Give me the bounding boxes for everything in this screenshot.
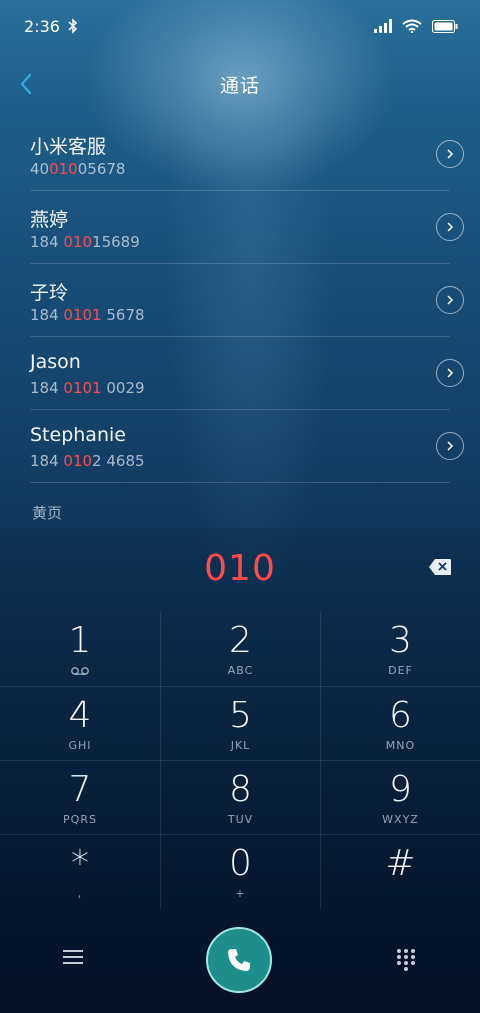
- key-4[interactable]: 4 GHI: [0, 687, 160, 761]
- key-hash[interactable]: #: [320, 835, 480, 909]
- key-1[interactable]: 1: [0, 612, 160, 686]
- chevron-right-icon: [447, 149, 454, 159]
- contact-detail-button[interactable]: [436, 359, 464, 387]
- contact-list: 小米客服 4001005678 燕婷 184 01015689 子玲 184 0…: [0, 118, 480, 483]
- call-button[interactable]: [206, 927, 272, 993]
- chevron-right-icon: [447, 368, 454, 378]
- bluetooth-icon: [68, 18, 77, 34]
- contact-number: 184 0101 0029: [30, 379, 145, 397]
- contact-name: 小米客服: [30, 136, 107, 158]
- voicemail-icon: [71, 667, 89, 675]
- list-item[interactable]: 子玲 184 0101 5678: [30, 264, 464, 337]
- list-item[interactable]: 燕婷 184 01015689: [30, 191, 464, 264]
- contact-number: 184 0102 4685: [30, 452, 145, 470]
- section-label-yellow-pages[interactable]: 黄页: [32, 502, 62, 523]
- key-0[interactable]: 0 +: [160, 835, 320, 909]
- back-icon[interactable]: [14, 68, 42, 100]
- menu-icon[interactable]: [62, 948, 84, 966]
- contact-name: 子玲: [30, 282, 69, 304]
- phone-icon: [228, 949, 250, 971]
- contact-number: 184 0101 5678: [30, 306, 145, 324]
- page-title: 通话: [219, 74, 260, 97]
- battery-icon: [432, 19, 458, 33]
- contact-detail-button[interactable]: [436, 432, 464, 460]
- key-5[interactable]: 5 JKL: [160, 687, 320, 761]
- signal-icon: [374, 19, 392, 33]
- status-time: 2:36: [24, 16, 60, 36]
- status-bar: 2:36: [0, 0, 480, 52]
- key-8[interactable]: 8 TUV: [160, 761, 320, 835]
- bottom-bar: [0, 926, 480, 993]
- key-6[interactable]: 6 MNO: [320, 687, 480, 761]
- contact-name: 燕婷: [30, 209, 69, 231]
- contact-name: Stephanie: [30, 424, 126, 446]
- keypad-icon[interactable]: [396, 948, 416, 974]
- list-item[interactable]: 小米客服 4001005678: [30, 118, 464, 191]
- backspace-icon[interactable]: [428, 558, 452, 576]
- contact-name: Jason: [30, 351, 81, 373]
- contact-number: 184 01015689: [30, 233, 140, 251]
- list-item[interactable]: Stephanie 184 0102 4685: [30, 410, 464, 483]
- chevron-right-icon: [447, 222, 454, 232]
- title-bar: 通话: [0, 52, 480, 116]
- key-9[interactable]: 9 WXYZ: [320, 761, 480, 835]
- contact-detail-button[interactable]: [436, 140, 464, 168]
- key-star[interactable]: * ,: [0, 835, 160, 909]
- keypad: 1 2 ABC 3 DEF 4 GHI 5 JKL 6 MNO 7 PQRS 8…: [0, 612, 480, 909]
- dialed-number: 010: [204, 548, 276, 589]
- chevron-right-icon: [447, 295, 454, 305]
- wifi-icon: [402, 19, 422, 33]
- contact-detail-button[interactable]: [436, 213, 464, 241]
- key-7[interactable]: 7 PQRS: [0, 761, 160, 835]
- key-2[interactable]: 2 ABC: [160, 612, 320, 686]
- contact-number: 4001005678: [30, 160, 126, 178]
- key-3[interactable]: 3 DEF: [320, 612, 480, 686]
- list-item[interactable]: Jason 184 0101 0029: [30, 337, 464, 410]
- chevron-right-icon: [447, 441, 454, 451]
- contact-detail-button[interactable]: [436, 286, 464, 314]
